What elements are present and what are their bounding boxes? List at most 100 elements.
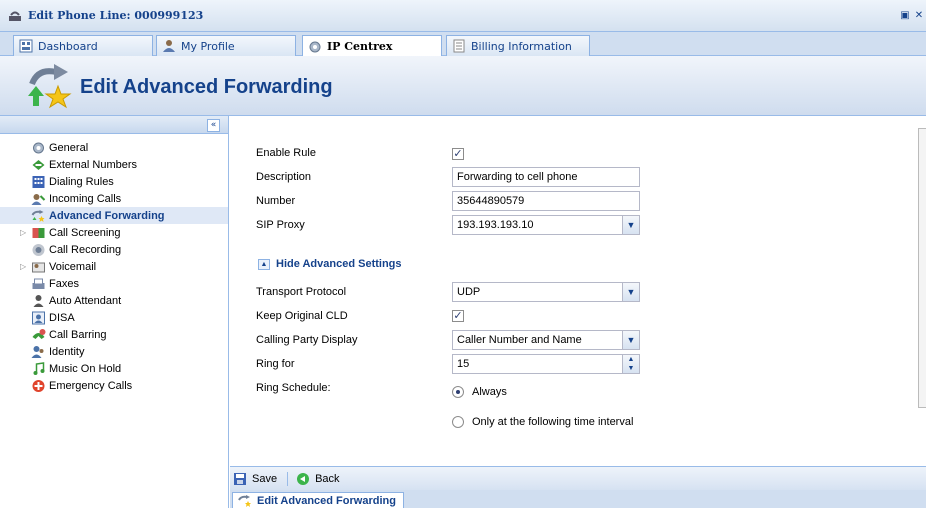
- sidebar-item-label: General: [49, 141, 89, 154]
- toolbar-separator: [287, 471, 289, 486]
- sidebar-item-label: Identity: [49, 345, 85, 358]
- sidebar-item-external-numbers[interactable]: External Numbers: [0, 156, 228, 173]
- advanced-forwarding-icon: [238, 495, 251, 507]
- close-window-button[interactable]: ✕: [912, 9, 926, 23]
- sidebar-item-label: Emergency Calls: [49, 379, 133, 392]
- transport-protocol-value: UDP: [457, 286, 481, 298]
- sidebar-header: «: [0, 116, 228, 134]
- spinner-arrows-icon[interactable]: ▲ ▼: [622, 355, 639, 373]
- call-barring-icon: [32, 328, 46, 339]
- document-icon: [453, 39, 465, 53]
- advanced-forwarding-icon: [31, 209, 45, 222]
- calling-party-display-select[interactable]: Caller Number and Name ▼: [452, 330, 640, 350]
- chevron-down-icon[interactable]: ▼: [622, 216, 639, 234]
- window-title: Edit Phone Line: 000999123: [28, 9, 204, 22]
- sidebar-item-label: Dialing Rules: [49, 175, 114, 188]
- collapse-sidebar-button[interactable]: «: [207, 119, 220, 132]
- ring-schedule-always-radio[interactable]: Always: [452, 386, 507, 398]
- sidebar-item-music-on-hold[interactable]: Music On Hold: [0, 360, 228, 377]
- sidebar-item-identity[interactable]: Identity: [0, 343, 228, 360]
- keep-original-cld-checkbox[interactable]: ✓: [452, 310, 464, 322]
- transport-protocol-select[interactable]: UDP ▼: [452, 282, 640, 302]
- radio-unselected-icon: [452, 416, 464, 428]
- calling-party-display-label: Calling Party Display: [256, 334, 358, 346]
- save-button[interactable]: Save: [233, 472, 277, 486]
- sip-proxy-select[interactable]: 193.193.193.10 ▼: [452, 215, 640, 235]
- ring-schedule-label: Ring Schedule:: [256, 382, 331, 394]
- external-numbers-icon: [32, 159, 45, 170]
- phone-line-icon: [9, 11, 21, 21]
- user-icon: [163, 40, 175, 52]
- restore-window-button[interactable]: ▣: [898, 9, 912, 23]
- call-screening-icon: [32, 227, 45, 238]
- back-button[interactable]: Back: [296, 472, 340, 486]
- tab-billing-information-label: Billing Information: [471, 39, 572, 53]
- dashboard-icon: [19, 39, 33, 53]
- number-input[interactable]: 35644890579: [452, 191, 640, 211]
- sidebar-item-call-barring[interactable]: Call Barring: [0, 326, 228, 343]
- back-arrow-icon: [297, 472, 310, 485]
- sidebar-item-voicemail[interactable]: ▷ Voicemail: [0, 258, 228, 275]
- tab-dashboard-label: Dashboard: [38, 39, 98, 53]
- chevron-down-icon[interactable]: ▼: [622, 331, 639, 349]
- tab-edit-advanced-forwarding[interactable]: Edit Advanced Forwarding: [232, 492, 404, 508]
- sidebar-item-label: Faxes: [49, 277, 79, 290]
- ring-schedule-interval-label: Only at the following time interval: [472, 416, 634, 428]
- keep-original-cld-label: Keep Original CLD: [256, 310, 348, 322]
- sidebar-item-call-screening[interactable]: ▷ Call Screening: [0, 224, 228, 241]
- tab-my-profile[interactable]: My Profile: [156, 35, 296, 56]
- sidebar-item-dialing-rules[interactable]: Dialing Rules: [0, 173, 228, 190]
- disa-icon: [32, 311, 45, 324]
- expand-arrow-icon[interactable]: ▷: [20, 228, 26, 237]
- sidebar-item-faxes[interactable]: Faxes: [0, 275, 228, 292]
- collapse-arrow-icon: ▲: [258, 258, 270, 270]
- sip-proxy-value: 193.193.193.10: [457, 219, 534, 231]
- expand-arrow-icon[interactable]: ▷: [20, 262, 26, 271]
- fax-icon: [32, 278, 45, 289]
- gear-icon: [33, 142, 44, 153]
- tab-edit-advanced-forwarding-label: Edit Advanced Forwarding: [257, 494, 396, 507]
- hide-advanced-settings-label: Hide Advanced Settings: [276, 258, 402, 270]
- tab-my-profile-label: My Profile: [181, 39, 235, 53]
- sidebar-item-incoming-calls[interactable]: Incoming Calls: [0, 190, 228, 207]
- number-label: Number: [256, 195, 296, 207]
- sidebar-nav: General External Numbers Dialing Rules I…: [0, 139, 228, 394]
- ring-schedule-interval-radio[interactable]: Only at the following time interval: [452, 416, 633, 428]
- emergency-icon: [32, 379, 45, 392]
- sidebar-item-label: DISA: [49, 311, 75, 324]
- calling-party-display-value: Caller Number and Name: [457, 334, 582, 346]
- sidebar-item-label: Voicemail: [49, 260, 97, 273]
- sidebar-item-general[interactable]: General: [0, 139, 228, 156]
- description-label: Description: [256, 171, 312, 183]
- enable-rule-checkbox[interactable]: ✓: [452, 148, 464, 160]
- sidebar-item-advanced-forwarding[interactable]: Advanced Forwarding: [0, 207, 228, 224]
- chevron-down-icon[interactable]: ▼: [622, 283, 639, 301]
- vertical-scrollbar[interactable]: [918, 128, 926, 408]
- form-panel: Enable Rule ✓ Description Forwarding to …: [230, 116, 926, 466]
- sidebar-item-label: Music On Hold: [49, 362, 122, 375]
- page-title: Edit Advanced Forwarding: [80, 76, 333, 98]
- sidebar-item-label: External Numbers: [49, 158, 138, 171]
- music-note-icon: [33, 361, 45, 375]
- tab-ip-centrex[interactable]: IP Centrex: [302, 35, 442, 57]
- radio-selected-icon: [452, 386, 464, 398]
- sidebar-item-emergency-calls[interactable]: Emergency Calls: [0, 377, 228, 394]
- tab-billing-information[interactable]: Billing Information: [446, 35, 590, 56]
- sidebar: « General External Numbers Dialing Rules…: [0, 116, 229, 508]
- hide-advanced-settings-link[interactable]: ▲ Hide Advanced Settings: [258, 258, 402, 270]
- page-header: Edit Advanced Forwarding: [0, 56, 926, 116]
- ring-schedule-always-label: Always: [472, 386, 507, 398]
- description-input[interactable]: Forwarding to cell phone: [452, 167, 640, 187]
- bottom-toolbar: Save Back: [230, 466, 926, 490]
- tab-dashboard[interactable]: Dashboard: [13, 35, 153, 56]
- sidebar-item-call-recording[interactable]: Call Recording: [0, 241, 228, 258]
- incoming-call-icon: [31, 193, 46, 205]
- edit-phone-line-window: Edit Phone Line: 000999123 ▣ ✕ Dashboard…: [0, 0, 926, 508]
- save-icon: [234, 472, 246, 485]
- ring-for-label: Ring for: [256, 358, 295, 370]
- identity-icon: [31, 345, 44, 358]
- sidebar-item-disa[interactable]: DISA: [0, 309, 228, 326]
- sidebar-item-auto-attendant[interactable]: Auto Attendant: [0, 292, 228, 309]
- sidebar-item-label: Call Recording: [49, 243, 122, 256]
- ring-for-stepper[interactable]: 15 ▲ ▼: [452, 354, 640, 374]
